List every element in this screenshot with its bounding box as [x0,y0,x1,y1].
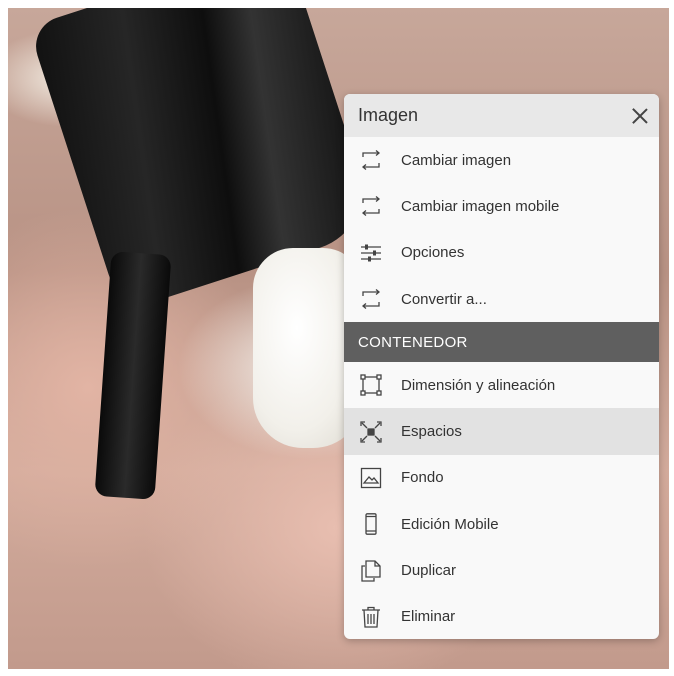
menu-header: Imagen [344,94,659,137]
spacing-icon [360,420,382,443]
menu-item-convertir[interactable]: Convertir a... [344,276,659,322]
trash-icon [360,606,382,628]
menu-item-label: Eliminar [401,608,456,626]
menu-item-label: Edición Mobile [401,515,499,533]
menu-item-espacios[interactable]: Espacios [344,408,659,455]
context-menu: Imagen Cambiar imagen Cambiar imagen mob… [344,94,659,639]
menu-item-edicion-mobile[interactable]: Edición Mobile [344,501,659,547]
menu-item-label: Cambiar imagen [401,151,512,169]
menu-item-label: Convertir a... [401,290,487,308]
swap-icon [360,149,382,171]
menu-item-label: Dimensión y alineación [401,376,556,394]
duplicate-icon [360,559,382,582]
swap-icon [360,195,382,217]
bottle-cap-second-shape [94,251,172,500]
image-icon [360,467,382,489]
menu-item-opciones[interactable]: Opciones [344,230,659,276]
menu-item-eliminar[interactable]: Eliminar [344,594,659,639]
menu-item-label: Cambiar imagen mobile [401,197,560,215]
menu-item-label: Espacios [401,423,462,441]
section-header-contenedor: CONTENEDOR [344,322,659,363]
menu-item-fondo[interactable]: Fondo [344,455,659,501]
mobile-icon [360,513,382,536]
dimension-icon [360,374,382,396]
menu-item-duplicar[interactable]: Duplicar [344,547,659,593]
menu-item-label: Duplicar [401,562,457,580]
menu-item-cambiar-imagen[interactable]: Cambiar imagen [344,137,659,183]
menu-title: Imagen [358,105,419,125]
menu-item-cambiar-imagen-mobile[interactable]: Cambiar imagen mobile [344,183,659,229]
menu-item-label: Opciones [401,244,465,262]
menu-item-dimension[interactable]: Dimensión y alineación [344,362,659,408]
swap-icon [360,288,382,310]
menu-item-label: Fondo [401,469,444,487]
sliders-icon [360,242,382,264]
close-icon[interactable] [629,105,651,127]
